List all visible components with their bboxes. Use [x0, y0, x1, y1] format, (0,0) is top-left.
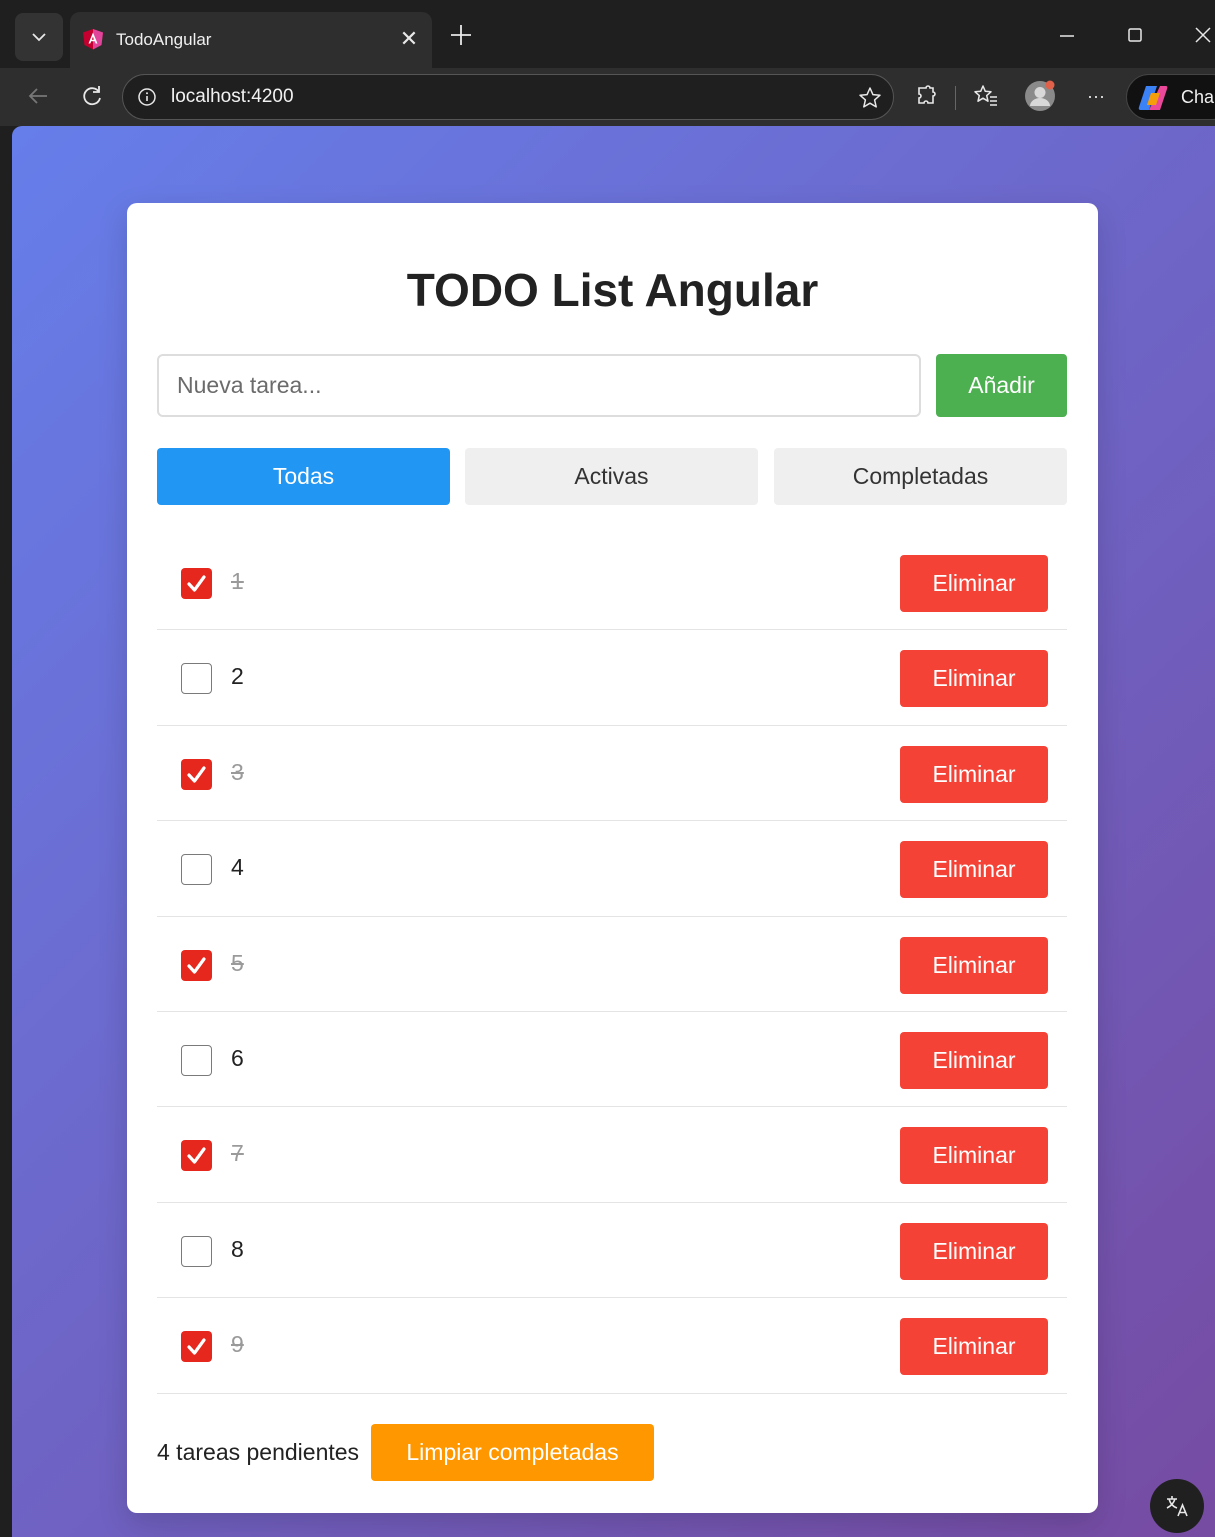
todo-list: 1 Eliminar 2 Eliminar 3 Eliminar 4 Eliminar 5 Eli… [157, 535, 1067, 1394]
todo-checkbox[interactable] [181, 758, 212, 790]
tab-actions-button[interactable] [15, 13, 63, 61]
reload-icon[interactable] [76, 80, 108, 112]
toolbar-separator [955, 86, 956, 110]
todo-checkbox[interactable] [181, 663, 212, 695]
browser-toolbar: localhost:4200 ··· Cha [0, 68, 1215, 126]
checkmark-icon [187, 1338, 206, 1355]
delete-task-button[interactable]: Eliminar [900, 1031, 1048, 1089]
clear-completed-button[interactable]: Limpiar completadas [371, 1424, 654, 1481]
page-viewport: TODO List Angular Añadir Todas Activas C… [12, 126, 1215, 1537]
delete-task-button[interactable]: Eliminar [900, 650, 1048, 708]
todo-text: 7 [231, 1140, 244, 1167]
chevron-down-icon [32, 33, 46, 42]
close-window-icon[interactable] [1188, 20, 1215, 50]
todo-item: 2 Eliminar [157, 630, 1067, 726]
delete-task-button[interactable]: Eliminar [900, 1222, 1048, 1280]
back-icon[interactable] [22, 80, 54, 112]
todo-item: 8 Eliminar [157, 1203, 1067, 1299]
todo-text: 8 [231, 1235, 244, 1262]
checkmark-icon [187, 1147, 206, 1164]
todo-text: 5 [231, 949, 244, 976]
todo-text: 3 [231, 758, 244, 785]
new-task-input[interactable] [157, 354, 921, 417]
translate-icon [1166, 1496, 1188, 1517]
todo-checkbox[interactable] [181, 854, 212, 886]
delete-task-button[interactable]: Eliminar [900, 1318, 1048, 1376]
todo-checkbox[interactable] [181, 1331, 212, 1363]
add-task-button[interactable]: Añadir [936, 354, 1067, 417]
address-bar[interactable]: localhost:4200 [122, 74, 894, 120]
todo-item: 7 Eliminar [157, 1107, 1067, 1203]
todo-text: 6 [231, 1044, 244, 1071]
delete-task-button[interactable]: Eliminar [900, 555, 1048, 612]
todo-item: 3 Eliminar [157, 726, 1067, 822]
browser-window: TodoAngular ✕ localhost:4200 ··· Cha TOD… [0, 0, 1215, 1537]
todo-item: 4 Eliminar [157, 821, 1067, 917]
delete-task-button[interactable]: Eliminar [900, 936, 1048, 994]
maximize-icon[interactable] [1120, 20, 1150, 50]
delete-task-button[interactable]: Eliminar [900, 1127, 1048, 1185]
copilot-button[interactable]: Cha [1126, 74, 1215, 120]
page-title: TODO List Angular [406, 264, 819, 316]
more-options-button[interactable]: ··· [1080, 80, 1112, 112]
pending-count: 4 tareas pendientes [157, 1439, 360, 1465]
todo-item: 5 Eliminar [157, 917, 1067, 1012]
checkmark-icon [187, 575, 206, 592]
todo-card: TODO List Angular Añadir Todas Activas C… [127, 203, 1098, 1513]
checkmark-icon [187, 766, 206, 783]
tab-title: TodoAngular [116, 30, 212, 49]
info-icon[interactable] [137, 87, 157, 107]
filter-all-button[interactable]: Todas [157, 448, 450, 505]
browser-tab[interactable]: TodoAngular ✕ [70, 12, 432, 68]
favorite-star-icon[interactable] [857, 85, 883, 111]
todo-checkbox[interactable] [181, 949, 212, 981]
todo-checkbox[interactable] [181, 1235, 212, 1267]
todo-item: 1 Eliminar [157, 535, 1067, 631]
copilot-label: Cha [1181, 87, 1215, 107]
url-text: localhost:4200 [171, 86, 294, 107]
todo-text: 2 [231, 663, 244, 690]
angular-logo-icon [83, 29, 103, 50]
checkmark-icon [187, 956, 206, 974]
close-tab-icon[interactable]: ✕ [396, 26, 422, 52]
delete-task-button[interactable]: Eliminar [900, 745, 1048, 803]
filter-completed-button[interactable]: Completadas [774, 448, 1067, 505]
filter-active-button[interactable]: Activas [465, 448, 758, 505]
extensions-icon[interactable] [910, 80, 942, 112]
tab-strip: TodoAngular ✕ [0, 0, 1215, 68]
copilot-icon [1138, 86, 1168, 110]
todo-item: 6 Eliminar [157, 1012, 1067, 1108]
todo-text: 9 [231, 1331, 244, 1358]
minimize-icon[interactable] [1052, 20, 1082, 50]
new-tab-icon[interactable] [446, 20, 476, 50]
profile-avatar-icon[interactable] [1024, 80, 1056, 112]
todo-text: 4 [231, 854, 244, 881]
delete-task-button[interactable]: Eliminar [900, 841, 1048, 899]
translate-button[interactable] [1150, 1479, 1204, 1533]
todo-checkbox[interactable] [181, 1140, 212, 1172]
todo-item: 9 Eliminar [157, 1298, 1067, 1394]
todo-checkbox[interactable] [181, 568, 212, 599]
todo-checkbox[interactable] [181, 1044, 212, 1076]
todo-text: 1 [231, 568, 244, 594]
favorites-icon[interactable] [970, 80, 1002, 112]
